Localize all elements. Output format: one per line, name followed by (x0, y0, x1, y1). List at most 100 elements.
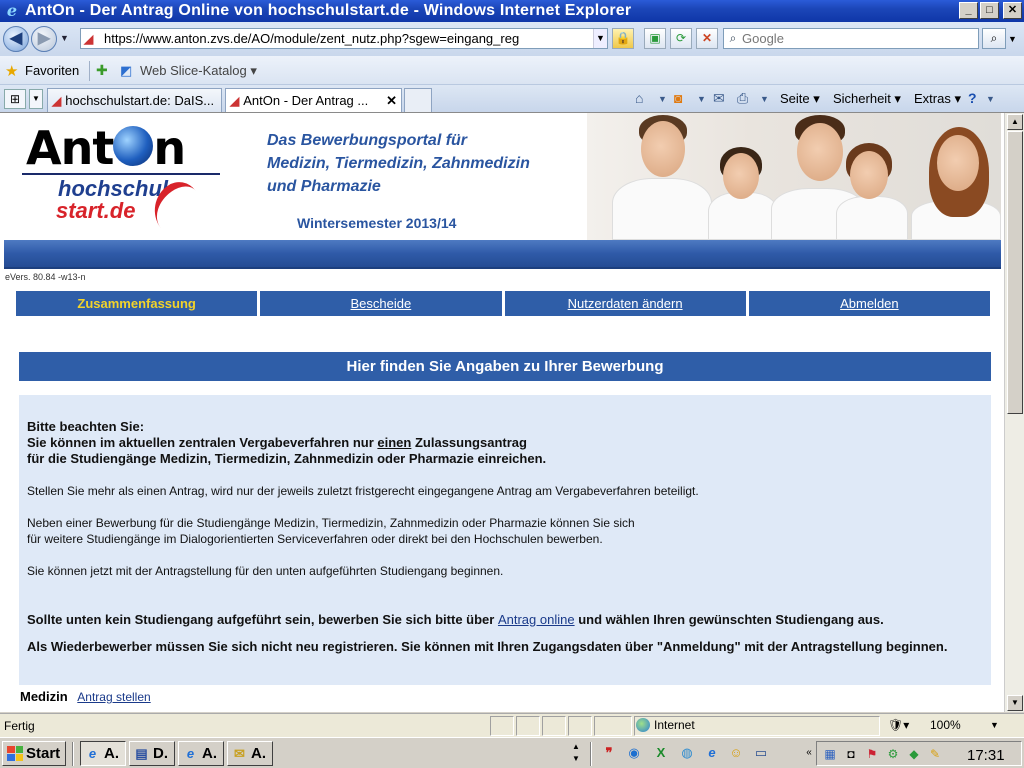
quick-tabs-icon[interactable]: ⊞ (4, 89, 26, 109)
logo-divider (22, 173, 220, 175)
extras-menu[interactable]: Extras ▾ (914, 91, 961, 107)
print-dropdown-icon[interactable]: ▼ (760, 94, 769, 104)
home-dropdown-icon[interactable]: ▼ (658, 94, 667, 104)
version-label: eVers. 80.84 -w13-n (5, 272, 86, 282)
quicklaunch-acrobat-icon[interactable]: ❞ (600, 744, 618, 762)
stop-icon[interactable]: ✕ (696, 28, 718, 49)
portal-line: Medizin, Tiermedizin, Zahnmedizin (267, 155, 530, 172)
search-input[interactable]: ⌕ Google (723, 28, 979, 49)
nav-nutzerdaten-aendern[interactable]: Nutzerdaten ändern (504, 291, 746, 316)
web-slice-gallery-link[interactable]: Web Slice-Katalog ▾ (140, 63, 257, 79)
tray-network-icon[interactable]: ▦ (821, 745, 839, 763)
feeds-icon[interactable]: ◙ (674, 90, 682, 106)
search-go-button[interactable]: ⌕ (982, 28, 1006, 49)
close-tab-icon[interactable]: ✕ (386, 93, 397, 109)
quicklaunch-desktop-icon[interactable]: ▭ (752, 744, 770, 762)
start-label: Start (26, 745, 61, 762)
url-field[interactable]: ◢ https://www.anton.zvs.de/AO/module/zen… (80, 28, 608, 49)
quicklaunch-outlook-icon[interactable]: ◉ (625, 744, 643, 762)
taskbar-item-ie[interactable]: e A. (80, 741, 126, 766)
help-icon[interactable]: ? (968, 90, 977, 106)
lock-icon[interactable]: 🔒 (612, 28, 634, 49)
mail-icon[interactable]: ✉ (713, 90, 725, 107)
separator (72, 742, 74, 766)
tray-shield-icon[interactable]: ⚑ (863, 745, 881, 763)
main-nav: Zusammenfassung Bescheide Nutzerdaten än… (16, 291, 990, 316)
section-heading: Hier finden Sie Angaben zu Ihrer Bewerbu… (19, 352, 991, 381)
ie-logo-icon: e (6, 1, 18, 20)
page-menu[interactable]: Seite ▾ (780, 91, 820, 107)
quicklaunch-browser-icon[interactable]: ◍ (678, 744, 696, 762)
safety-menu[interactable]: Sicherheit ▾ (833, 91, 901, 107)
minimize-button[interactable]: _ (959, 2, 978, 19)
history-dropdown-icon[interactable]: ▼ (60, 33, 69, 43)
status-pane (568, 716, 592, 736)
antrag-stellen-link[interactable]: Antrag stellen (77, 690, 150, 704)
status-pane (542, 716, 566, 736)
tab-anton[interactable]: ◢ AntOn - Der Antrag ... ✕ (225, 88, 402, 112)
site-favicon-icon: ◢ (230, 93, 240, 108)
portal-tagline: Das Bewerbungsportal für Medizin, Tierme… (267, 129, 530, 198)
zone-label: Internet (654, 718, 695, 732)
taskbar-scroll-icon[interactable]: ▲ ▼ (569, 741, 583, 766)
zoom-level[interactable]: 100% (930, 718, 961, 732)
print-icon[interactable]: ⎙ (737, 90, 748, 107)
url-text[interactable]: https://www.anton.zvs.de/AO/module/zent_… (104, 31, 593, 46)
search-dropdown-icon[interactable]: ▼ (1008, 34, 1017, 44)
close-button[interactable]: ✕ (1003, 2, 1022, 19)
nav-zusammenfassung[interactable]: Zusammenfassung (16, 291, 258, 316)
mail-icon: ✉ (234, 746, 245, 761)
start-button[interactable]: Start (2, 741, 66, 766)
window-controls: _ □ ✕ (959, 2, 1022, 19)
taskbar-item-label: A. (104, 745, 119, 762)
search-placeholder: Google (742, 31, 784, 46)
protected-mode-icon[interactable]: 🛡▾ (888, 718, 909, 732)
refresh-icon[interactable]: ⟳ (670, 28, 692, 49)
vertical-scrollbar[interactable]: ▲ ▼ (1004, 113, 1024, 712)
compat-view-icon[interactable]: ▣ (644, 28, 666, 49)
windows-logo-icon (7, 746, 23, 761)
hero-photo (587, 113, 1001, 240)
scroll-down-icon[interactable]: ▼ (1007, 695, 1023, 711)
help-dropdown-icon[interactable]: ▼ (986, 94, 995, 104)
quicklaunch-ie-icon[interactable]: e (703, 744, 721, 762)
add-favorite-icon[interactable]: ✚ (96, 62, 108, 79)
status-bar: Fertig Internet 🛡▾ 100% ▼ (0, 713, 1024, 737)
home-icon[interactable]: ⌂ (635, 90, 643, 106)
taskbar-item-mail[interactable]: ✉ A. (227, 741, 273, 766)
quicklaunch-excel-icon[interactable]: X (652, 744, 670, 762)
back-button[interactable]: ◀ (3, 26, 29, 52)
scroll-thumb[interactable] (1007, 131, 1023, 414)
favorites-bar: ★ Favoriten ✚ ◩ Web Slice-Katalog ▾ (0, 56, 1024, 85)
note-text: Zulassungsantrag (411, 435, 527, 450)
favorites-star-icon[interactable]: ★ (5, 62, 18, 80)
nav-bescheide[interactable]: Bescheide (260, 291, 502, 316)
tab-dais[interactable]: ◢ hochschulstart.de: DaIS... (47, 88, 222, 112)
favorites-button[interactable]: Favoriten (25, 63, 79, 78)
url-dropdown-icon[interactable]: ▼ (593, 29, 607, 48)
tray-update-icon[interactable]: ⚙ (884, 745, 902, 763)
antrag-online-link[interactable]: Antrag online (498, 612, 575, 627)
tab-list-dropdown-icon[interactable]: ▼ (29, 89, 43, 109)
info-text: Sollte unten kein Studiengang aufgeführt… (27, 612, 498, 627)
nav-abmelden[interactable]: Abmelden (748, 291, 990, 316)
new-tab-button[interactable] (404, 88, 432, 112)
zoom-dropdown-icon[interactable]: ▼ (990, 720, 999, 730)
forward-button[interactable]: ▶ (31, 26, 57, 52)
note-line: für die Studiengänge Medizin, Tiermedizi… (27, 451, 547, 466)
tray-connection-icon[interactable]: ◆ (905, 745, 923, 763)
maximize-button[interactable]: □ (980, 2, 999, 19)
window-title: AntOn - Der Antrag Online von hochschuls… (25, 2, 632, 19)
taskbar-item-document[interactable]: ▤ D. (129, 741, 175, 766)
status-pane (516, 716, 540, 736)
quicklaunch-messenger-icon[interactable]: ☺ (727, 744, 745, 762)
clock[interactable]: 17:31 (967, 747, 1005, 764)
document-icon: ▤ (135, 746, 148, 761)
tray-security-icon[interactable]: ◘ (842, 745, 860, 763)
taskbar-item-ie2[interactable]: e A. (178, 741, 224, 766)
tray-app-icon[interactable]: ✎ (926, 745, 944, 763)
internet-globe-icon (636, 718, 650, 732)
feeds-dropdown-icon[interactable]: ▼ (697, 94, 706, 104)
security-zone: Internet (636, 718, 695, 732)
scroll-up-icon[interactable]: ▲ (1007, 114, 1023, 130)
